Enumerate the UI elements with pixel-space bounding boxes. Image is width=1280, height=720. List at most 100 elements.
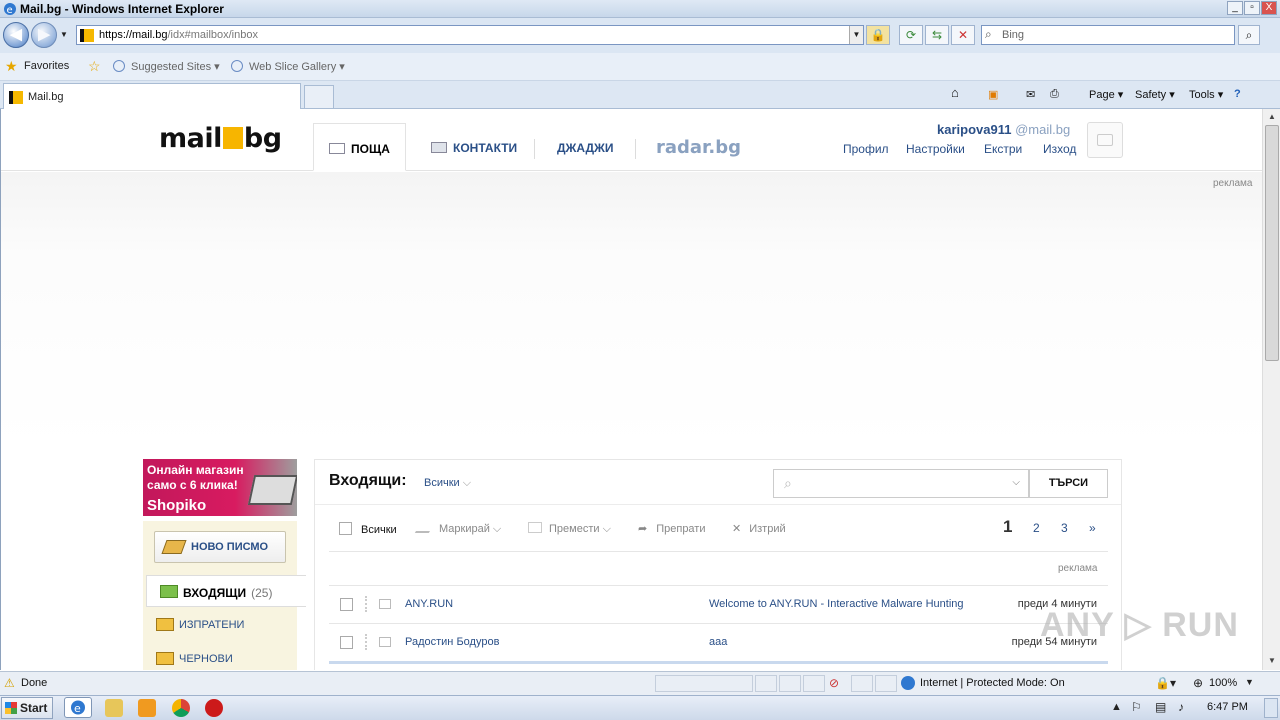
feeds-icon[interactable]: ▣ <box>988 88 998 101</box>
media-player-icon[interactable] <box>138 699 156 717</box>
move-button[interactable]: Премести ⌵ <box>528 522 611 536</box>
clock[interactable]: 6:47 PM <box>1207 701 1248 713</box>
row-checkbox[interactable] <box>340 636 353 649</box>
read-mail-icon[interactable]: ✉ <box>1026 88 1035 101</box>
popup-blocked-icon[interactable]: ⊘ <box>829 676 839 690</box>
nav-widgets-tab[interactable]: ДЖАДЖИ <box>557 123 614 171</box>
mark-button[interactable]: Маркирай ⌵ <box>414 522 502 536</box>
mail-search-button[interactable]: ТЪРСИ <box>1029 469 1108 498</box>
nav-contacts-tab[interactable]: КОНТАКТИ <box>431 123 517 171</box>
envelope-icon <box>379 599 391 609</box>
search-go-icon[interactable]: ⌕ <box>1238 25 1260 45</box>
radar-link[interactable]: radar.bg <box>656 137 741 158</box>
row-checkbox[interactable] <box>340 598 353 611</box>
compatibility-view-icon[interactable]: ⟳ <box>899 25 923 45</box>
mail-row[interactable]: Радостин Бодуров aaa преди 54 минути <box>329 624 1108 661</box>
close-window-button[interactable]: X <box>1261 1 1277 15</box>
extras-link[interactable]: Екстри <box>984 142 1022 156</box>
search-placeholder: Bing <box>1002 29 1025 41</box>
mail-search-input[interactable]: ⌕ ⌵ <box>773 469 1029 498</box>
new-tab-button[interactable] <box>304 85 334 109</box>
help-icon[interactable]: ? <box>1234 88 1241 100</box>
favorites-button[interactable]: Favorites <box>24 60 69 72</box>
drag-handle[interactable] <box>365 634 367 650</box>
nav-separator <box>635 139 636 159</box>
chrome-icon[interactable] <box>172 699 190 717</box>
status-cell <box>851 675 873 692</box>
page-1[interactable]: 1 <box>1003 517 1012 537</box>
mailbg-logo[interactable]: mail bg <box>159 123 282 154</box>
page-2[interactable]: 2 <box>1033 521 1040 535</box>
page-menu[interactable]: Page ▾ <box>1089 88 1123 101</box>
scroll-down-icon[interactable]: ▼ <box>1265 654 1279 668</box>
zoom-level[interactable]: 100% <box>1209 677 1237 689</box>
shopiko-banner[interactable]: Онлайн магазин само с 6 клика! Shopiko <box>143 459 297 516</box>
start-button[interactable]: Start <box>1 697 53 719</box>
select-all-checkbox[interactable]: Всички <box>339 522 397 536</box>
maximize-button[interactable]: ▫ <box>1244 1 1260 15</box>
checkbox[interactable] <box>339 522 352 535</box>
web-slice-icon <box>231 60 243 72</box>
folder-inbox[interactable]: ВХОДЯЩИ (25) <box>146 575 306 607</box>
scroll-thumb[interactable] <box>1265 125 1279 361</box>
scroll-up-icon[interactable]: ▲ <box>1265 110 1279 124</box>
delete-button[interactable]: ✕ Изтрий <box>732 522 786 535</box>
add-favorites-icon[interactable]: ☆ <box>88 58 101 75</box>
minimize-button[interactable]: _ <box>1227 1 1243 15</box>
explorer-icon[interactable] <box>105 699 123 717</box>
profile-link[interactable]: Профил <box>843 142 889 156</box>
web-slice-gallery-link[interactable]: Web Slice Gallery ▾ <box>249 60 345 73</box>
avatar[interactable] <box>1087 122 1123 158</box>
forward-label: Препрати <box>656 523 706 535</box>
refresh-icon[interactable]: ⇆ <box>925 25 949 45</box>
mailbox-title: Входящи: <box>329 472 407 489</box>
svg-text:e: e <box>74 702 81 715</box>
suggested-sites-link[interactable]: Suggested Sites ▾ <box>131 60 220 73</box>
folder-drafts[interactable]: ЧЕРНОВИ <box>143 643 297 670</box>
settings-link[interactable]: Настройки <box>906 142 965 156</box>
address-dropdown-icon[interactable]: ▼ <box>849 26 863 44</box>
forward-button[interactable]: ▶ <box>31 22 57 48</box>
action-center-icon[interactable]: ⚐ <box>1131 700 1142 714</box>
tab-mailbg[interactable]: Mail.bg <box>3 83 301 109</box>
page-3[interactable]: 3 <box>1061 521 1068 535</box>
mail-row[interactable]: ANY.RUN Welcome to ANY.RUN - Interactive… <box>329 586 1108 623</box>
volume-icon[interactable]: ♪ <box>1178 700 1184 714</box>
stop-icon[interactable]: ✕ <box>951 25 975 45</box>
safety-menu[interactable]: Safety ▾ <box>1135 88 1175 101</box>
protected-mode-icon[interactable]: 🔒▾ <box>1155 676 1176 690</box>
tools-menu[interactable]: Tools ▾ <box>1189 88 1223 101</box>
tab-bar: Mail.bg ⌂ ▣ ✉ ⎙ Page ▾ Safety ▾ Tools ▾ … <box>0 81 1280 109</box>
security-zone[interactable]: Internet | Protected Mode: On <box>920 677 1065 689</box>
taskbar-ie-button[interactable]: e <box>64 697 92 718</box>
banner-text: Онлайн магазин само с 6 клика! <box>147 463 244 492</box>
show-hidden-icons-icon[interactable]: ▲ <box>1111 701 1122 713</box>
mark-label: Маркирай <box>439 523 490 535</box>
anyrun-watermark: ANY ▷ RUN <box>1040 606 1239 644</box>
search-input[interactable]: ⌕ Bing <box>981 25 1235 45</box>
chevron-down-icon: ⌵ <box>462 477 472 489</box>
status-bar: ⚠ Done ⊘ Internet | Protected Mode: On 🔒… <box>0 671 1280 695</box>
folder-sent[interactable]: ИЗПРАТЕНИ <box>143 609 297 641</box>
network-icon[interactable]: ▤ <box>1155 700 1166 714</box>
logout-link[interactable]: Изход <box>1043 142 1076 156</box>
print-icon[interactable]: ⎙ <box>1050 88 1059 101</box>
forward-button[interactable]: ➦ Препрати <box>638 522 706 535</box>
lock-icon[interactable]: 🔒 <box>866 25 890 45</box>
opera-icon[interactable] <box>205 699 223 717</box>
address-field[interactable]: https://mail.bg/idx#mailbox/inbox ▼ <box>76 25 864 45</box>
tab-favicon-icon <box>9 91 23 104</box>
history-dropdown-icon[interactable]: ▼ <box>60 30 68 39</box>
zoom-dropdown-icon[interactable]: ▼ <box>1245 677 1254 687</box>
chevron-down-icon: ⌵ <box>492 523 502 535</box>
back-button[interactable]: ◀ <box>3 22 29 48</box>
nav-mail-tab[interactable]: ПОЩА <box>313 123 406 171</box>
home-icon[interactable]: ⌂ <box>951 85 959 100</box>
vertical-scrollbar[interactable]: ▲ ▼ <box>1262 109 1280 670</box>
drag-handle[interactable] <box>365 596 367 612</box>
mailbox-filter-dropdown[interactable]: Всички ⌵ <box>424 477 471 490</box>
show-desktop-button[interactable] <box>1264 698 1278 718</box>
next-page[interactable]: » <box>1089 521 1096 535</box>
compose-button[interactable]: НОВО ПИСМО <box>154 531 286 563</box>
chevron-down-icon[interactable]: ⌵ <box>1012 477 1020 488</box>
